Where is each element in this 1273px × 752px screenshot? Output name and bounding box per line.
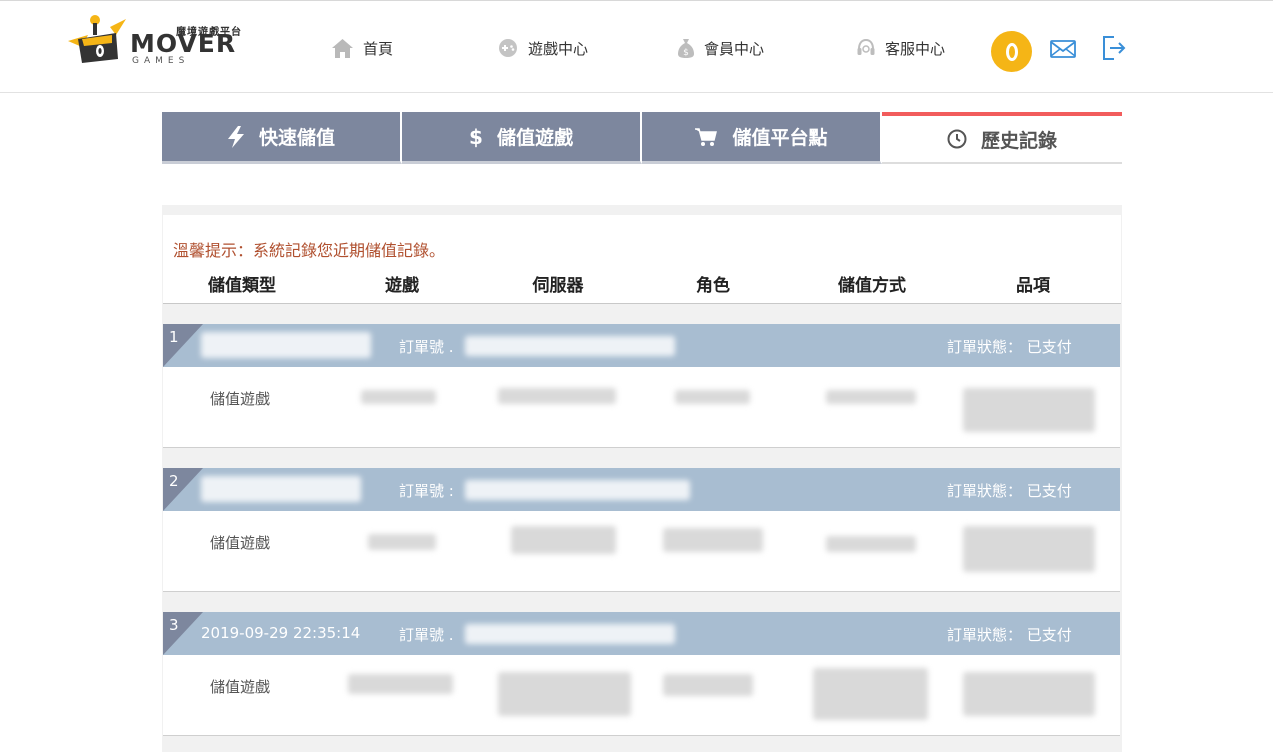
tab-topup-points[interactable]: 儲值平台點	[642, 112, 882, 164]
tab-topup-points-label: 儲值平台點	[732, 127, 828, 149]
nav-member-center-label: 會員中心	[704, 39, 765, 58]
order-date: 2019-09-29 22:35:14	[201, 624, 361, 642]
tab-topup-game[interactable]: $ 儲值遊戲	[402, 112, 642, 164]
topup-tabs: 快速儲值 $ 儲值遊戲 儲值平台點 歷史記錄	[162, 112, 1122, 164]
history-header-card: 溫馨提示：系統記錄您近期儲值記錄。 儲值類型 遊戲 伺服器 角色 儲值方式 品項	[163, 215, 1121, 304]
home-icon	[332, 38, 353, 58]
tab-quick-topup[interactable]: 快速儲值	[162, 112, 402, 164]
redacted-item	[963, 672, 1095, 716]
order-number-label: 訂單號 :	[399, 482, 454, 500]
redacted-order-number	[465, 480, 690, 500]
order-index: 2	[169, 472, 179, 490]
points-coin-button[interactable]	[991, 31, 1032, 72]
order-card: 3 2019-09-29 22:35:14 訂單號 . 訂單狀態： 已支付 儲值…	[163, 612, 1120, 736]
redacted-game	[348, 674, 453, 694]
redacted-role	[675, 390, 750, 404]
nav-game-center-label: 遊戲中心	[528, 39, 589, 58]
nav-home-label: 首頁	[363, 39, 394, 58]
tab-history[interactable]: 歷史記錄	[882, 112, 1122, 164]
nav-member-center[interactable]: $ 會員中心	[677, 35, 764, 61]
redacted-method	[826, 390, 916, 404]
redacted-date	[201, 332, 371, 358]
order-status: 訂單狀態： 已支付	[947, 482, 1072, 500]
redacted-role	[663, 528, 763, 552]
order-status: 訂單狀態： 已支付	[947, 626, 1072, 644]
column-header-server: 伺服器	[532, 276, 584, 296]
mover-games-logo[interactable]: 魔境遊戲平台 MOVER GAMES	[66, 13, 246, 66]
redacted-order-number	[465, 624, 675, 644]
svg-text:$: $	[469, 126, 483, 148]
order-index: 1	[169, 328, 179, 346]
logout-icon[interactable]	[1101, 35, 1127, 61]
clock-icon	[947, 129, 967, 149]
logo-games-text: GAMES	[132, 56, 190, 66]
redacted-method	[813, 668, 928, 720]
column-header-method: 儲值方式	[838, 276, 906, 296]
order-number-label: 訂單號 .	[399, 626, 454, 644]
redacted-role	[663, 674, 753, 696]
order-number-label: 訂單號 .	[399, 338, 454, 356]
order-status: 訂單狀態： 已支付	[947, 338, 1072, 356]
tab-quick-topup-label: 快速儲值	[258, 127, 335, 149]
dollar-icon: $	[469, 126, 483, 148]
mail-icon[interactable]	[1050, 39, 1076, 59]
svg-text:$: $	[683, 48, 689, 58]
redacted-game	[368, 534, 436, 550]
column-header-game: 遊戲	[385, 276, 419, 296]
redacted-server	[498, 672, 631, 716]
order-index: 3	[169, 616, 179, 634]
redacted-method	[826, 536, 916, 552]
nav-game-center[interactable]: 遊戲中心	[497, 35, 588, 61]
site-header: 魔境遊戲平台 MOVER GAMES 首頁 遊戲中心 $ 會員中心 客服中心	[0, 0, 1273, 93]
order-type: 儲值遊戲	[210, 534, 271, 552]
nav-home[interactable]: 首頁	[331, 35, 393, 61]
money-bag-icon: $	[678, 38, 694, 58]
history-notice: 溫馨提示：系統記錄您近期儲值記錄。	[173, 241, 446, 260]
nav-support-center[interactable]: 客服中心	[856, 35, 945, 61]
order-type: 儲值遊戲	[210, 390, 271, 408]
redacted-item	[963, 388, 1095, 432]
nav-support-center-label: 客服中心	[885, 39, 946, 58]
logo-wordmark: MOVER	[130, 29, 237, 58]
order-card: 2 訂單號 : 訂單狀態： 已支付 儲值遊戲	[163, 468, 1120, 592]
order-card: 1 訂單號 . 訂單狀態： 已支付 儲值遊戲	[163, 324, 1120, 448]
redacted-server	[498, 388, 616, 404]
column-header-item: 品項	[1016, 276, 1050, 296]
logo-mascot-icon	[68, 15, 126, 63]
redacted-order-number	[465, 336, 675, 356]
redacted-item	[963, 526, 1095, 572]
redacted-game	[361, 390, 436, 404]
coin-icon	[1005, 42, 1018, 61]
redacted-date	[201, 476, 361, 502]
tab-history-label: 歷史記錄	[980, 129, 1057, 152]
redacted-server	[511, 526, 616, 554]
cart-icon	[695, 127, 718, 146]
gamepad-icon	[499, 39, 517, 57]
lightning-icon	[227, 125, 244, 148]
column-header-role: 角色	[696, 276, 730, 296]
column-header-type: 儲值類型	[208, 276, 276, 296]
headset-icon	[857, 38, 875, 55]
order-type: 儲值遊戲	[210, 678, 271, 696]
tab-topup-game-label: 儲值遊戲	[496, 127, 573, 149]
history-panel: 溫馨提示：系統記錄您近期儲值記錄。 儲值類型 遊戲 伺服器 角色 儲值方式 品項…	[162, 205, 1122, 752]
